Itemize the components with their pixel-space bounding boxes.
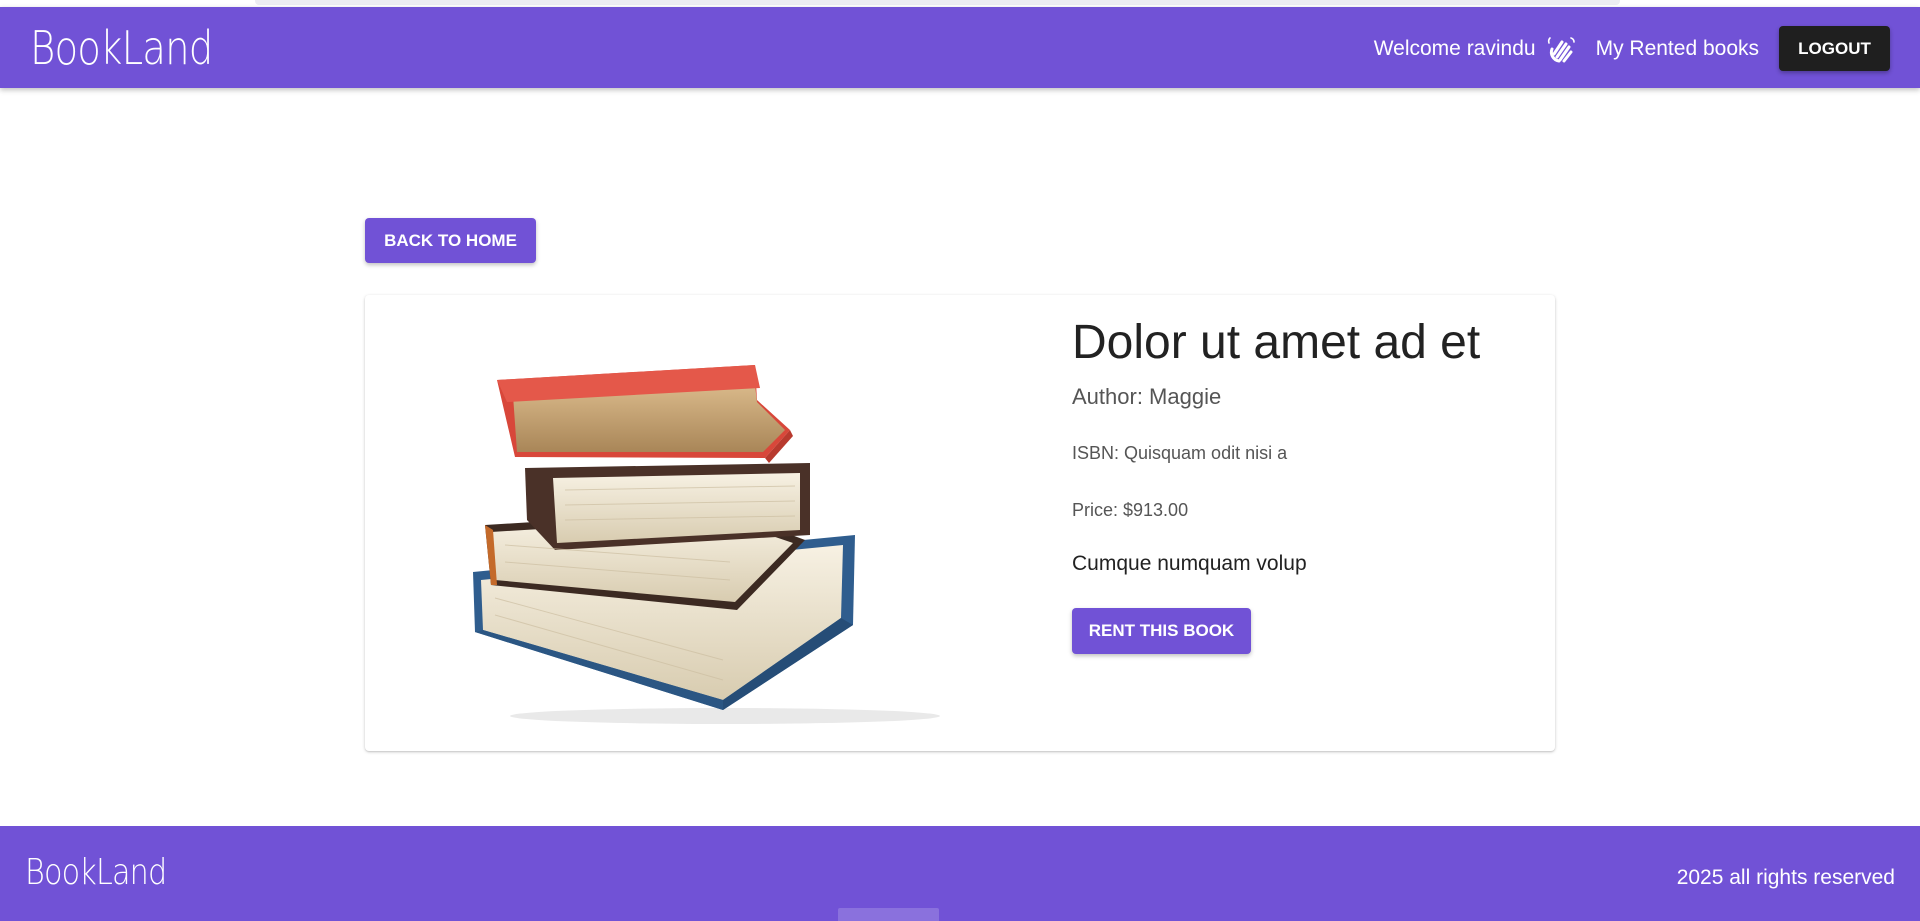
welcome-text: Welcome ravindu bbox=[1373, 36, 1536, 60]
book-details: Dolor ut amet ad et Author: Maggie ISBN:… bbox=[1072, 315, 1480, 654]
my-rented-books-link[interactable]: My Rented books bbox=[1596, 37, 1759, 61]
browser-tab-hint bbox=[255, 0, 1620, 5]
footer: BookLand 2025 all rights reserved bbox=[0, 826, 1920, 921]
book-detail-card: Dolor ut amet ad et Author: Maggie ISBN:… bbox=[365, 295, 1555, 751]
book-author: Author: Maggie bbox=[1072, 384, 1222, 409]
book-price: Price: $913.00 bbox=[1072, 500, 1189, 520]
book-title: Dolor ut amet ad et bbox=[1072, 316, 1481, 369]
brand-logo[interactable]: BookLand bbox=[30, 21, 213, 75]
browser-top-strip bbox=[0, 0, 1920, 7]
nav-right: Welcome ravindu My Rented books LOGOUT bbox=[1374, 26, 1890, 71]
footer-brand: BookLand bbox=[25, 852, 167, 893]
book-isbn: ISBN: Quisquam odit nisi a bbox=[1072, 443, 1288, 463]
logout-button[interactable]: LOGOUT bbox=[1779, 26, 1890, 71]
waving-hand-icon bbox=[1546, 34, 1576, 64]
back-to-home-button[interactable]: BACK TO HOME bbox=[365, 218, 536, 263]
copyright-text: 2025 all rights reserved bbox=[1676, 866, 1895, 889]
navbar: BookLand Welcome ravindu My Rented books… bbox=[0, 7, 1920, 88]
book-description: Cumque numquam volup bbox=[1072, 552, 1307, 575]
tooltip-hint bbox=[838, 908, 939, 921]
book-cover-image bbox=[455, 340, 975, 730]
rent-book-button[interactable]: RENT THIS BOOK bbox=[1072, 608, 1251, 654]
